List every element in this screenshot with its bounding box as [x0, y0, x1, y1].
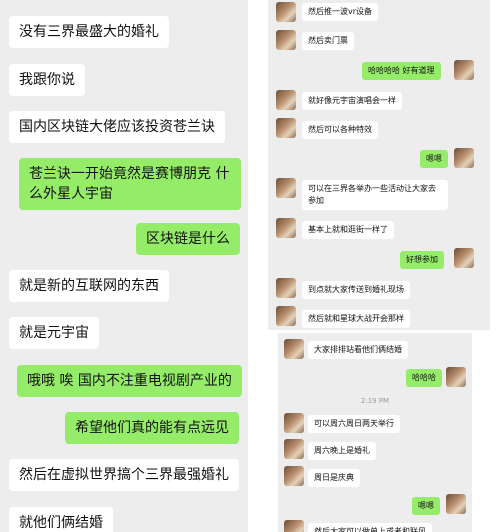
message-bubble[interactable]: 就是元宇宙	[9, 317, 99, 349]
message-bubble[interactable]: 就好像元宇宙演唱会一样	[302, 92, 402, 110]
contact-avatar[interactable]	[284, 339, 304, 359]
message-bubble[interactable]: 基本上就和逛街一样了	[302, 221, 394, 239]
left-chat-panel: 没有三界最盛大的婚礼 我跟你说 国内区块链大佬应该投资苍兰诀 苍兰诀一开始竟然是…	[0, 0, 248, 532]
user-avatar[interactable]	[454, 148, 474, 168]
message-bubble[interactable]: 没有三界最盛大的婚礼	[9, 16, 169, 48]
message-bubble[interactable]: 周六晚上是婚礼	[308, 442, 376, 460]
message-bubble[interactable]: 然后在虚拟世界搞个三界最强婚礼	[9, 459, 239, 491]
message-bubble[interactable]: 苍兰诀一开始竟然是赛博朋克 什么外星人宇宙	[19, 158, 241, 210]
contact-avatar[interactable]	[284, 439, 304, 459]
user-avatar[interactable]	[454, 248, 474, 268]
message-bubble[interactable]: 大家排排站看他们俩结婚	[308, 341, 408, 359]
message-bubble[interactable]: 哦哦 唉 国内不注重电视剧产业的	[17, 365, 242, 397]
message-bubble[interactable]: 希望他们真的能有点远见	[65, 412, 239, 444]
contact-avatar[interactable]	[284, 520, 304, 532]
right-bottom-chat-panel: 大家排排站看他们俩结婚 哈哈哈 2:19 PM 可以周六周日两天举行 周六晚上是…	[278, 333, 472, 532]
right-top-chat-panel: 然后推一波vr设备 然后卖门票 哈哈哈哈 好有道理 就好像元宇宙演唱会一样 然后…	[268, 0, 490, 330]
message-bubble[interactable]: 好想参加	[400, 251, 444, 269]
contact-avatar[interactable]	[276, 90, 296, 110]
message-bubble[interactable]: 到点就大家传送到婚礼现场	[302, 281, 410, 299]
message-bubble[interactable]: 我跟你说	[9, 64, 85, 96]
user-avatar[interactable]	[454, 60, 474, 80]
contact-avatar[interactable]	[276, 278, 296, 298]
timestamp: 2:19 PM	[360, 397, 390, 405]
contact-avatar[interactable]	[284, 413, 304, 433]
contact-avatar[interactable]	[276, 218, 296, 238]
message-bubble[interactable]: 国内区块链大佬应该投资苍兰诀	[9, 111, 225, 143]
user-avatar[interactable]	[446, 494, 466, 514]
message-bubble[interactable]: 就他们俩结婚	[9, 507, 113, 532]
contact-avatar[interactable]	[276, 306, 296, 326]
contact-avatar[interactable]	[276, 178, 296, 198]
message-bubble[interactable]: 就是新的互联网的东西	[9, 270, 169, 302]
message-bubble[interactable]: 可以周六周日两天举行	[308, 415, 400, 433]
message-bubble[interactable]: 嗯嗯	[420, 150, 448, 168]
message-bubble[interactable]: 嗯嗯	[412, 497, 440, 515]
message-bubble[interactable]: 哈哈哈哈 好有道理	[362, 62, 441, 80]
message-bubble[interactable]: 哈哈哈	[406, 369, 442, 387]
message-bubble[interactable]: 然后卖门票	[302, 32, 354, 50]
message-bubble[interactable]: 可以在三界各举办一些活动让大家去参加	[302, 180, 448, 210]
message-bubble[interactable]: 然后可以各种特效	[302, 121, 378, 139]
message-bubble[interactable]: 然后推一波vr设备	[302, 3, 379, 21]
contact-avatar[interactable]	[276, 118, 296, 138]
message-bubble[interactable]: 区块链是什么	[136, 223, 240, 255]
contact-avatar[interactable]	[276, 30, 296, 50]
message-bubble[interactable]: 周日是庆典	[308, 469, 360, 487]
contact-avatar[interactable]	[276, 2, 296, 22]
user-avatar[interactable]	[446, 367, 466, 387]
message-bubble[interactable]: 然后大家可以做单上或者和联风	[308, 523, 432, 532]
message-bubble[interactable]: 然后就和星球大战开会那样	[302, 310, 410, 328]
contact-avatar[interactable]	[284, 466, 304, 486]
